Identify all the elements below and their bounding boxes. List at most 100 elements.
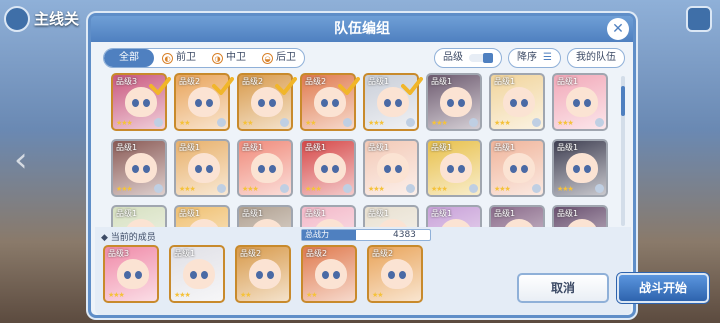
eye-icon: [258, 165, 265, 173]
rank-label: 品级2: [240, 249, 262, 258]
rank-label: 品级1: [116, 143, 138, 152]
character-portrait: [117, 259, 149, 289]
back-button[interactable]: [4, 6, 30, 32]
tab-middle[interactable]: ◑ 中卫: [204, 49, 254, 67]
eye-icon: [521, 165, 528, 173]
eye-icon: [447, 99, 454, 107]
menu-button[interactable]: [686, 6, 712, 32]
eye-icon: [458, 99, 465, 107]
eye-icon: [256, 271, 263, 279]
star-rating: ★★★: [431, 119, 448, 127]
rank-label: 品级1: [305, 143, 327, 152]
eye-icon: [573, 99, 580, 107]
rank-label: 品级2: [306, 249, 328, 258]
rank-label: 品级1: [557, 77, 579, 86]
star-rating: ★★: [179, 119, 191, 127]
eye-icon: [384, 99, 391, 107]
close-icon[interactable]: ✕: [607, 18, 629, 40]
character-card[interactable]: 品级1 ★★★: [300, 139, 356, 197]
tab-all[interactable]: 全部: [104, 49, 154, 67]
team-member-card[interactable]: 品级2 ★★: [235, 245, 291, 303]
rank-label: 品级1: [431, 209, 453, 218]
eye-icon: [332, 99, 339, 107]
checkmark-icon: [149, 77, 171, 95]
rank-label: 品级1: [179, 143, 201, 152]
eye-icon: [135, 271, 142, 279]
my-team-button[interactable]: 我的队伍: [567, 48, 625, 68]
eye-icon: [332, 165, 339, 173]
character-card[interactable]: 品级1 ★★★: [552, 139, 608, 197]
rank-label: 品级2: [372, 249, 394, 258]
position-icon: [469, 118, 478, 127]
cancel-button[interactable]: 取消: [517, 273, 609, 303]
star-rating: ★★: [305, 119, 317, 127]
eye-icon: [124, 271, 131, 279]
rank-filter-button[interactable]: 品级: [434, 48, 503, 68]
team-member-card[interactable]: 品级2 ★★: [367, 245, 423, 303]
star-rating: ★★★: [431, 185, 448, 193]
team-member-card[interactable]: 品级3 ★★★: [103, 245, 159, 303]
character-portrait: [503, 87, 535, 117]
eye-icon: [322, 271, 329, 279]
position-icon: [217, 184, 226, 193]
eye-icon: [195, 99, 202, 107]
character-card[interactable]: 品级1 ★★★: [552, 73, 608, 131]
star-rating: ★★★: [368, 119, 385, 127]
rank-label: 品级1: [494, 143, 516, 152]
character-card[interactable]: 品级1 ★★★: [237, 139, 293, 197]
scrollbar-thumb[interactable]: [621, 86, 625, 116]
filter-bar: 品级 降序 ☰ 我的队伍: [434, 48, 625, 68]
character-card[interactable]: 品级1 ★★★: [489, 139, 545, 197]
team-member-card[interactable]: 品级1 ★★★: [169, 245, 225, 303]
eye-icon: [458, 165, 465, 173]
star-rating: ★★★: [557, 185, 574, 193]
front-position-icon: ◐: [162, 52, 173, 64]
position-icon: [154, 118, 163, 127]
character-card[interactable]: 品级1 ★★★: [363, 139, 419, 197]
tab-back[interactable]: ◒ 后卫: [254, 49, 304, 67]
current-members-text: 当前的成员: [110, 233, 156, 243]
eye-icon: [258, 99, 265, 107]
position-icon: [217, 118, 226, 127]
character-card[interactable]: 品级1 ★★★: [426, 139, 482, 197]
tab-front[interactable]: ◐ 前卫: [154, 49, 204, 67]
eye-icon: [132, 99, 139, 107]
star-rating: ★★★: [242, 185, 259, 193]
rank-label: 品级1: [494, 77, 516, 86]
start-battle-button[interactable]: 战斗开始: [617, 273, 709, 303]
character-card[interactable]: 品级1 ★★★: [426, 73, 482, 131]
character-portrait: [314, 153, 346, 183]
rank-label: 品级3: [116, 77, 138, 86]
position-icon: [154, 184, 163, 193]
eye-icon: [143, 99, 150, 107]
position-icon: [595, 118, 604, 127]
eye-icon: [269, 165, 276, 173]
checkmark-icon: [212, 77, 234, 95]
eye-icon: [267, 271, 274, 279]
checkmark-icon: [338, 77, 360, 95]
rank-label: 品级1: [557, 143, 579, 152]
position-tabs: 全部 ◐ 前卫 ◑ 中卫 ◒ 后卫: [103, 48, 305, 68]
character-portrait: [125, 153, 157, 183]
character-card[interactable]: 品级1 ★★★: [174, 139, 230, 197]
character-card[interactable]: 品级1 ★★★: [489, 73, 545, 131]
position-icon: [406, 118, 415, 127]
star-rating: ★★: [240, 291, 252, 299]
star-rating: ★★: [306, 291, 318, 299]
star-rating: ★★★: [494, 119, 511, 127]
rank-label: 品级1: [242, 209, 264, 218]
character-card[interactable]: 品级1 ★★★: [111, 139, 167, 197]
toggle-icon: [469, 53, 494, 63]
eye-icon: [584, 99, 591, 107]
character-portrait: [566, 153, 598, 183]
star-rating: ★★: [242, 119, 254, 127]
character-portrait: [315, 259, 347, 289]
star-rating: ★★★: [494, 185, 511, 193]
eye-icon: [321, 165, 328, 173]
team-member-card[interactable]: 品级2 ★★: [301, 245, 357, 303]
rank-label: 品级1: [305, 209, 327, 218]
my-team-label: 我的队伍: [576, 52, 616, 63]
sort-button[interactable]: 降序 ☰: [508, 48, 561, 68]
eye-icon: [132, 165, 139, 173]
rank-label: 品级1: [431, 77, 453, 86]
